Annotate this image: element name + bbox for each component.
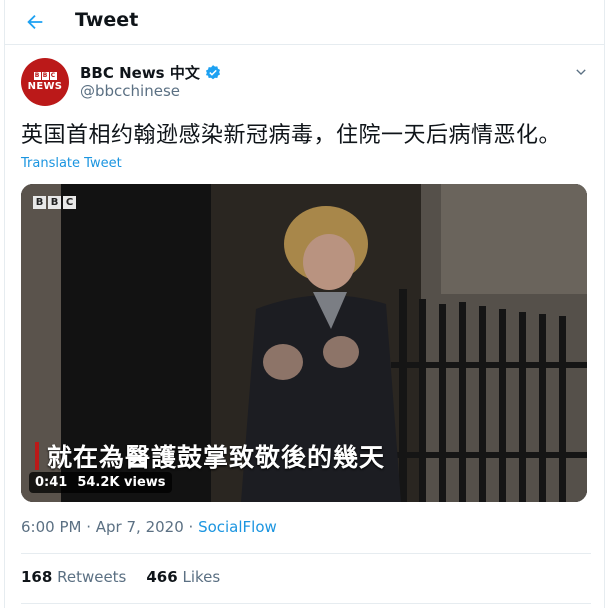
avatar[interactable]: B B C NEWS <box>21 58 69 106</box>
chevron-down-icon <box>576 69 586 75</box>
verified-badge-icon <box>205 64 220 79</box>
page-title: Tweet <box>75 9 139 31</box>
tweet-source-link[interactable]: SocialFlow <box>198 518 277 536</box>
retweets-label: Retweets <box>57 568 127 586</box>
page-header: Tweet <box>5 0 604 45</box>
more-options-button[interactable] <box>571 62 591 82</box>
tweet-date[interactable]: Apr 7, 2020 <box>96 518 184 536</box>
video-info-badge: 0:41 54.2K views <box>29 472 172 493</box>
divider <box>21 603 591 604</box>
retweets-count: 168 <box>21 568 53 586</box>
meta-separator: · <box>81 518 96 536</box>
subtitle-accent-bar <box>35 442 39 470</box>
bbc-watermark: B B C <box>33 196 76 209</box>
author-name: BBC News 中文 <box>80 64 200 82</box>
video-duration: 0:41 <box>35 475 68 490</box>
meta-separator: · <box>183 518 199 536</box>
avatar-news-text: NEWS <box>27 81 63 92</box>
back-button[interactable] <box>21 8 49 36</box>
divider <box>21 553 591 554</box>
video-views: 54.2K views <box>77 475 166 490</box>
video-subtitle: 就在為醫護鼓掌致敬後的幾天 <box>35 438 385 474</box>
translate-tweet-link[interactable]: Translate Tweet <box>21 156 122 171</box>
tweet-stats: 168 Retweets 466 Likes <box>21 568 220 586</box>
author-name-link[interactable]: BBC News 中文 <box>80 62 222 83</box>
retweets-stat[interactable]: 168 Retweets <box>21 568 126 586</box>
likes-stat[interactable]: 466 Likes <box>146 568 220 586</box>
video-player[interactable]: B B C 就在為醫護鼓掌致敬後的幾天 0:41 54.2K views <box>21 184 587 502</box>
tweet-time[interactable]: 6:00 PM <box>21 518 81 536</box>
likes-count: 466 <box>146 568 178 586</box>
likes-label: Likes <box>182 568 221 586</box>
tweet-meta: 6:00 PM · Apr 7, 2020 · SocialFlow <box>21 518 277 536</box>
tweet-page: Tweet B B C NEWS BBC News 中文 @bbcchinese… <box>4 0 605 608</box>
author-handle[interactable]: @bbcchinese <box>80 82 180 100</box>
arrow-left-icon <box>27 14 43 30</box>
tweet-text: 英国首相约翰逊感染新冠病毒，住院一天后病情恶化。 <box>21 123 562 148</box>
bbc-logo: B B C <box>33 72 57 80</box>
subtitle-text: 就在為醫護鼓掌致敬後的幾天 <box>47 443 386 472</box>
